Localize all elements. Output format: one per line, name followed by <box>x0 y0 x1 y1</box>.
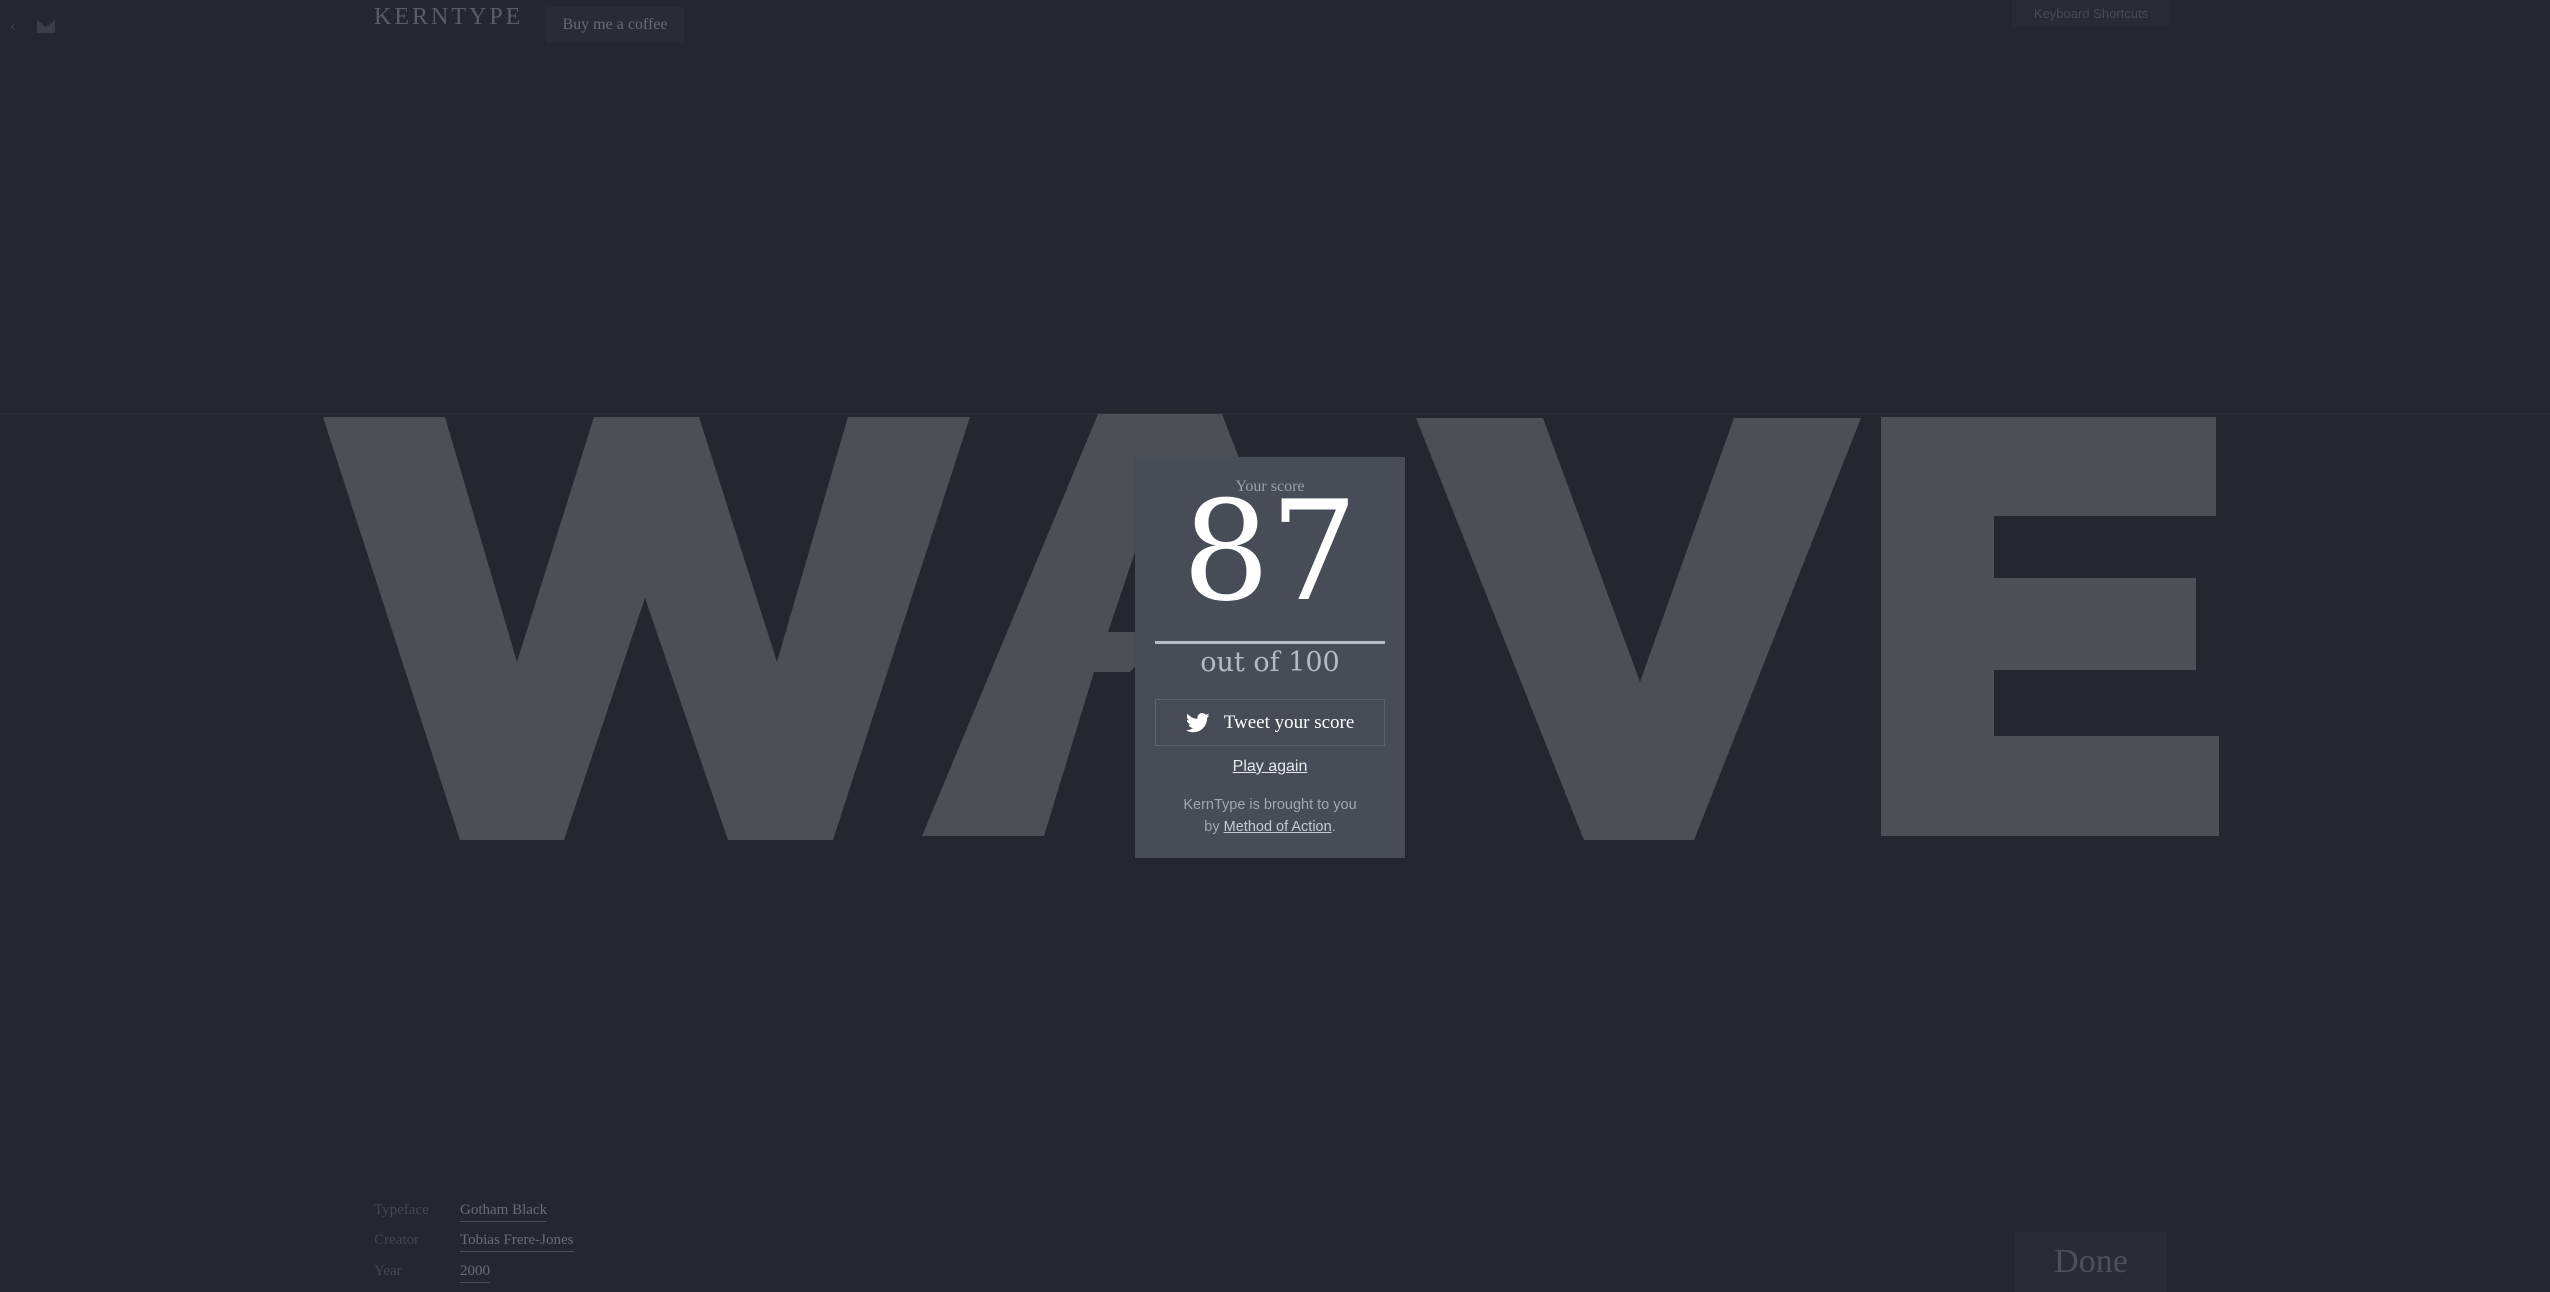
info-key: Creator <box>374 1232 419 1248</box>
tweet-score-label: Tweet your score <box>1223 711 1355 733</box>
twitter-bird-icon <box>1185 712 1210 732</box>
score-divider <box>1155 641 1385 644</box>
letter-e[interactable] <box>1881 417 2219 836</box>
info-key: Typeface <box>374 1202 429 1218</box>
score-out-of: out of 100 <box>1200 647 1340 678</box>
letter-w[interactable] <box>323 417 970 840</box>
info-value-typeface[interactable]: Gotham Black <box>460 1202 548 1222</box>
letter-v[interactable] <box>1416 418 1861 840</box>
play-again-link[interactable]: Play again <box>1135 758 1405 776</box>
score-dialog: Your score 87 out of 100 Tweet your scor… <box>1135 457 1405 858</box>
info-value-year: 2000 <box>460 1263 490 1283</box>
tweet-score-button[interactable]: Tweet your score <box>1155 699 1385 746</box>
method-of-action-link[interactable]: Method of Action <box>1224 819 1332 835</box>
info-value-creator[interactable]: Tobias Frere-Jones <box>460 1232 574 1252</box>
info-key: Year <box>374 1263 402 1279</box>
credit-text: KernType is brought to you by Method of … <box>1175 794 1365 838</box>
score-value: 87 <box>1182 471 1358 632</box>
done-button[interactable]: Done <box>2015 1232 2167 1292</box>
credit-suffix: . <box>1331 819 1336 835</box>
